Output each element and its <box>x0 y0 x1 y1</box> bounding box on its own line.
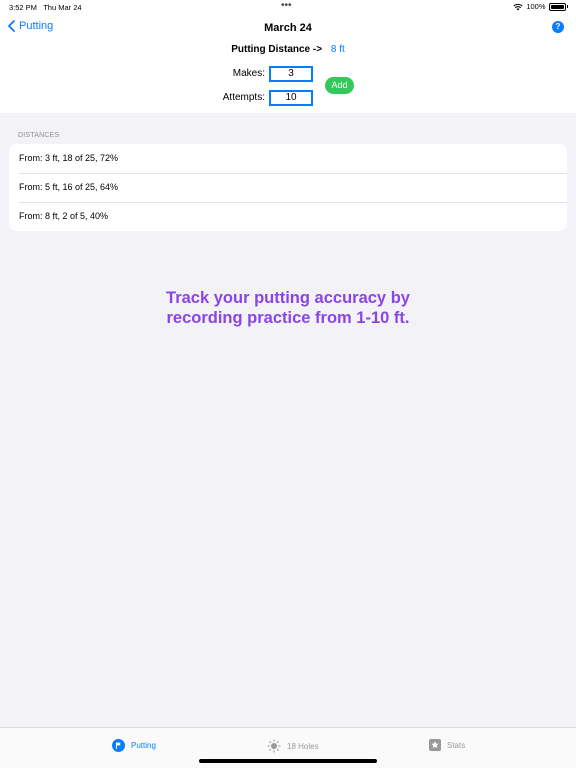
attempts-field[interactable]: 10 <box>269 90 313 106</box>
promo-line-2: recording practice from 1-10 ft. <box>166 309 410 327</box>
battery-icon <box>548 2 566 11</box>
tab-label: Stats <box>447 740 466 750</box>
status-bar: 3:52 PM Thu Mar 24 ••• 100% <box>0 0 576 14</box>
wifi-icon <box>513 3 523 10</box>
add-button[interactable]: Add <box>325 77 354 94</box>
tab-18-holes[interactable]: 18 Holes <box>267 739 319 753</box>
page-title: March 24 <box>264 22 312 34</box>
attempts-label: Attempts: <box>222 92 265 103</box>
tab-label: 18 Holes <box>287 741 319 751</box>
star-icon <box>429 739 441 751</box>
distances-list: From: 3 ft, 18 of 25, 72% From: 5 ft, 16… <box>9 144 567 231</box>
help-button[interactable]: ? <box>552 21 564 33</box>
distance-label: Putting Distance -> <box>231 44 323 55</box>
entry-panel: Putting March 24 ? Putting Distance -> 8… <box>0 14 576 113</box>
multitasking-dots[interactable]: ••• <box>281 0 292 11</box>
list-item[interactable]: From: 8 ft, 2 of 5, 40% <box>9 202 567 231</box>
status-time: 3:52 PM Thu Mar 24 <box>9 3 82 12</box>
tab-putting[interactable]: Putting <box>112 739 156 752</box>
tab-label: Putting <box>131 741 156 750</box>
distance-row: Putting Distance -> 8 ft <box>0 44 576 55</box>
list-item[interactable]: From: 5 ft, 16 of 25, 64% <box>9 173 567 202</box>
distance-picker[interactable]: 8 ft <box>331 44 345 55</box>
distances-header: DISTANCES <box>18 132 60 139</box>
battery-percent: 100% <box>526 2 546 11</box>
promo-message: Track your putting accuracy by recording… <box>0 288 576 328</box>
makes-field[interactable]: 3 <box>269 66 313 82</box>
tab-stats[interactable]: Stats <box>429 739 465 751</box>
promo-line-1: Track your putting accuracy by <box>166 289 410 307</box>
list-item[interactable]: From: 3 ft, 18 of 25, 72% <box>9 144 567 173</box>
makes-label: Makes: <box>232 68 265 79</box>
home-indicator <box>199 759 377 763</box>
status-right: 100% <box>513 2 568 11</box>
flag-icon <box>112 739 125 752</box>
sun-icon <box>267 739 281 753</box>
